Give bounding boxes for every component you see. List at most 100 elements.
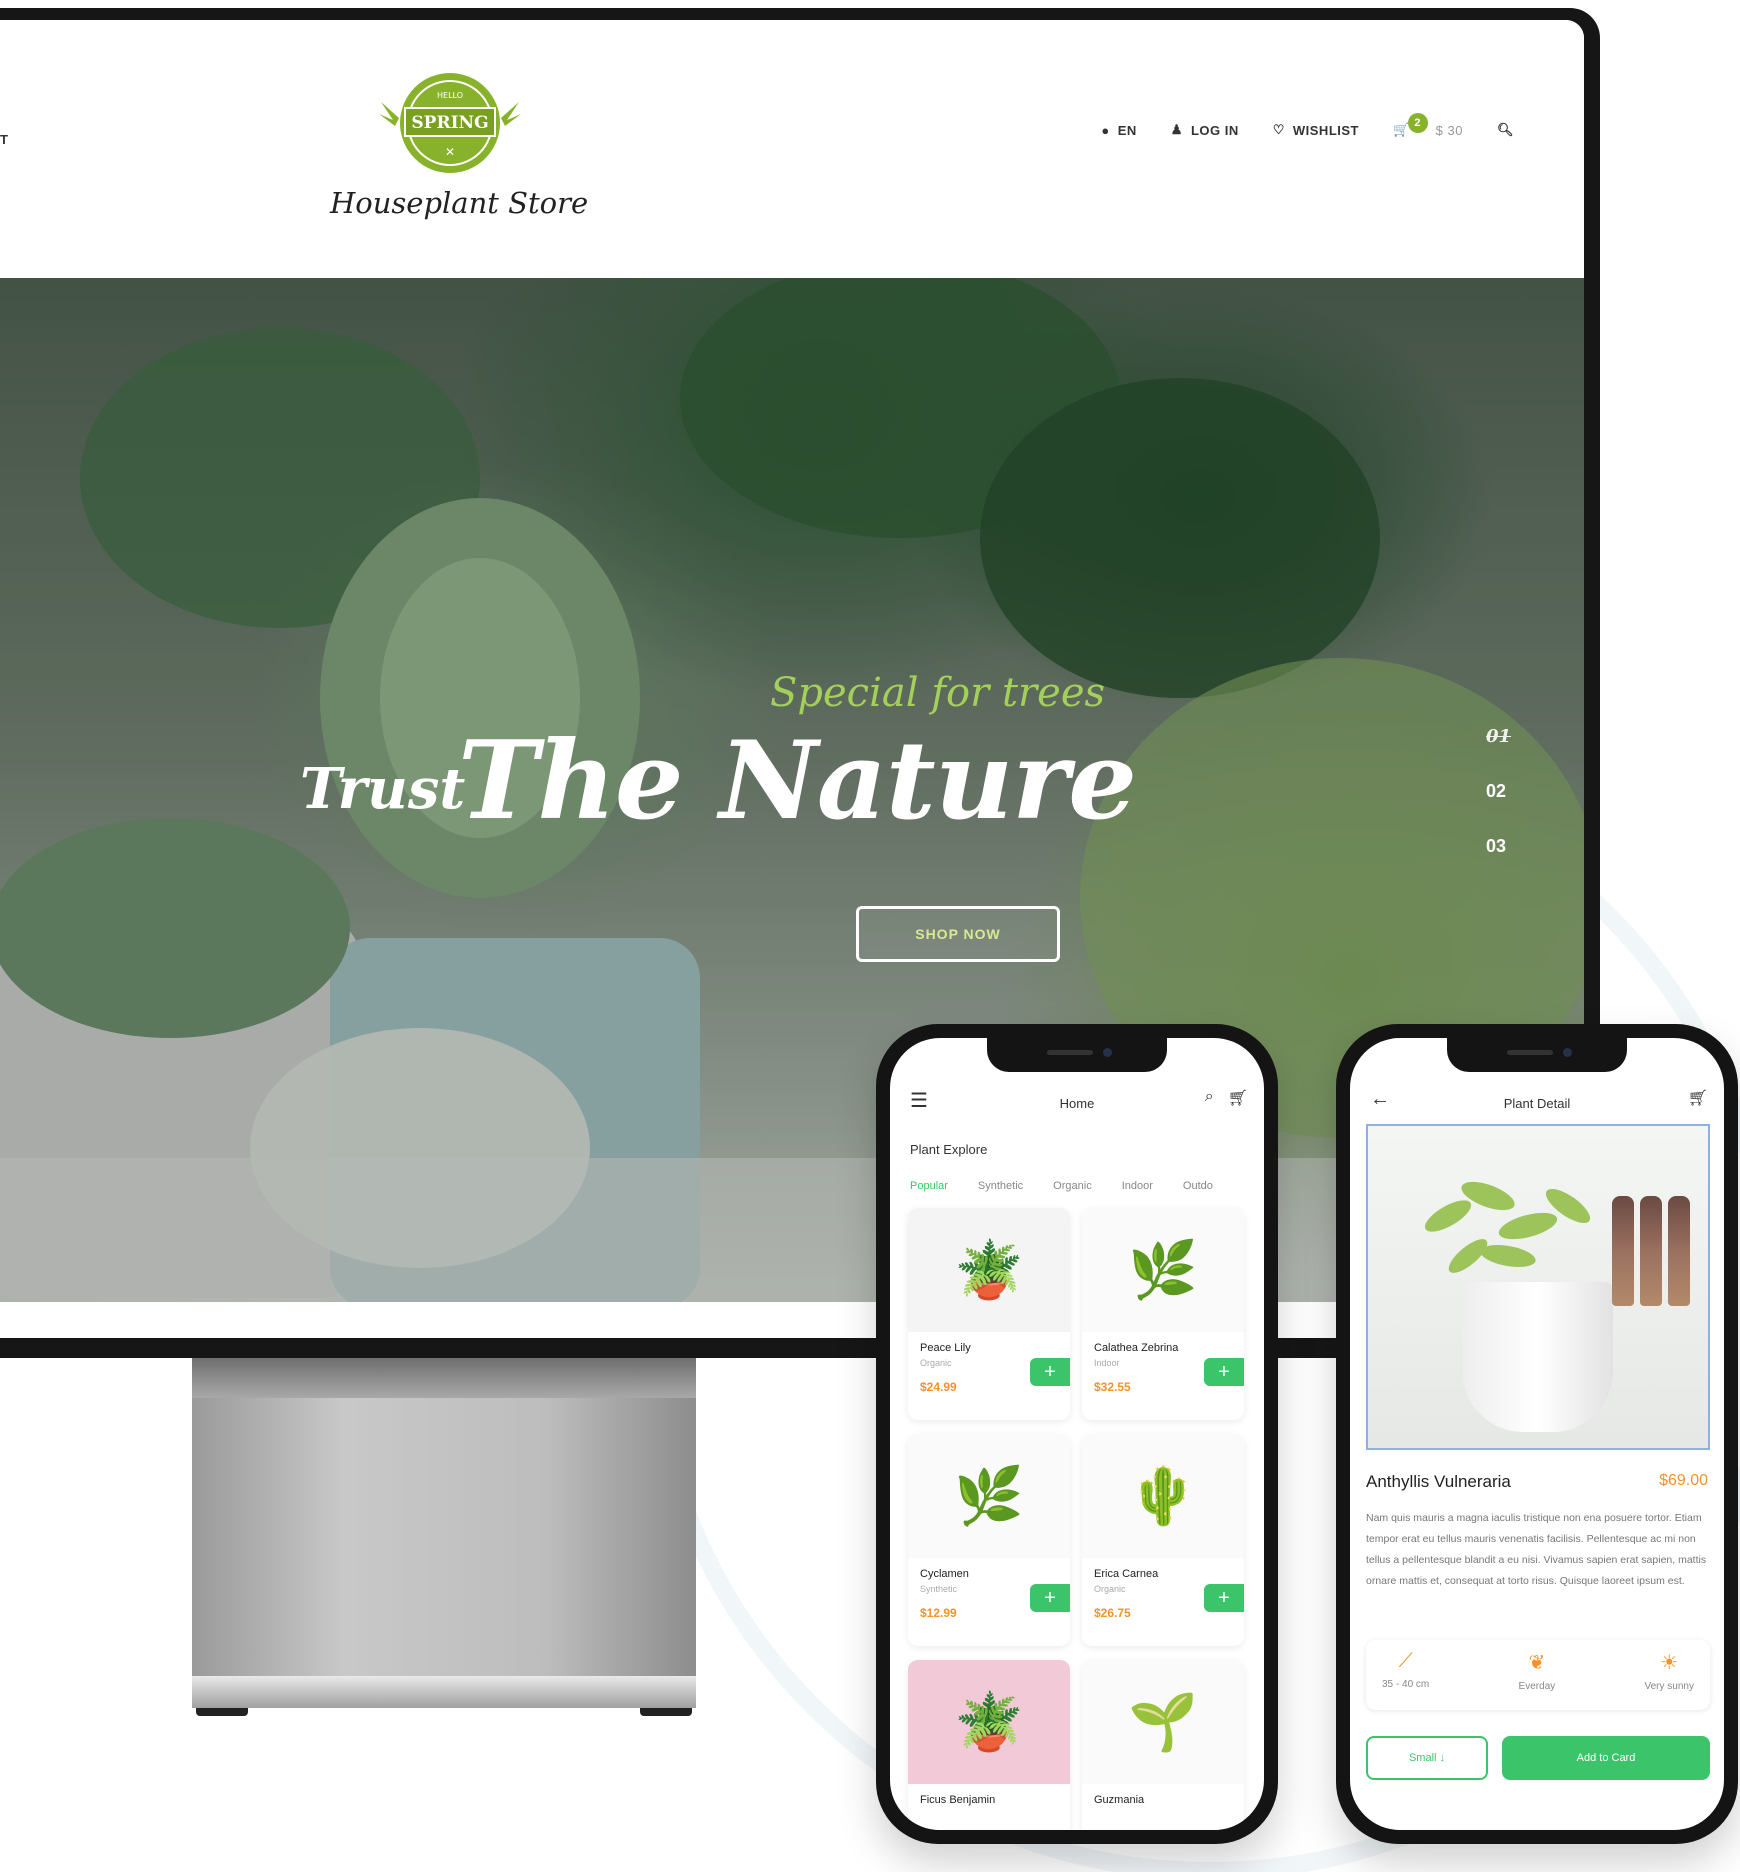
phone-home-screen: ☰ Home ⌕ 🛒︎ Plant Explore Popular Synthe… — [890, 1038, 1264, 1830]
search-button[interactable]: 🔍︎ — [1497, 122, 1514, 138]
phone-notch — [1447, 1038, 1627, 1072]
product-category: Synthetic — [920, 1584, 958, 1594]
category-tabs: Popular Synthetic Organic Indoor Outdo — [910, 1180, 1213, 1192]
cart-count-badge: 2 — [1407, 113, 1428, 133]
store-logo[interactable]: SPRING HELLO ✕ Houseplant Store — [330, 68, 589, 220]
svg-text:HELLO: HELLO — [437, 91, 463, 100]
plant-pot — [1463, 1282, 1613, 1432]
logo-badge: SPRING HELLO ✕ — [375, 68, 525, 178]
language-selector[interactable]: ● EN — [1101, 123, 1136, 138]
login-link[interactable]: ♟ LOG IN — [1171, 122, 1239, 138]
product-card[interactable]: 🌵 Erica Carnea Organic $26.75 + — [1082, 1434, 1244, 1646]
phone-detail: ← Plant Detail 🛒︎ Anthyllis Vulneraria $… — [1336, 1024, 1738, 1844]
monitor-stand-base — [192, 1676, 696, 1708]
product-category: Organic — [1094, 1584, 1126, 1594]
search-icon: 🔍︎ — [1496, 122, 1514, 137]
top-nav: ● EN ♟ LOG IN ♡ WISHLIST 🛒 2 $ 30 🔍︎ — [1101, 113, 1514, 138]
language-label: EN — [1117, 122, 1137, 138]
product-grid: 🪴 Peace Lily Organic $24.99 + 🌿 Calathea… — [908, 1208, 1254, 1830]
monitor-stand-neck — [192, 1358, 696, 1398]
tab-organic[interactable]: Organic — [1053, 1180, 1092, 1192]
logo-emblem-icon: SPRING HELLO ✕ — [379, 73, 521, 173]
product-price: $24.99 — [920, 1380, 957, 1394]
add-to-cart-button[interactable]: + — [1204, 1584, 1244, 1612]
search-icon[interactable]: ⌕ — [1205, 1088, 1214, 1108]
shop-now-button[interactable]: SHOP NOW — [856, 906, 1060, 962]
phone-home: ☰ Home ⌕ 🛒︎ Plant Explore Popular Synthe… — [876, 1024, 1278, 1844]
spec-label: Very sunny — [1644, 1681, 1694, 1692]
cart-icon[interactable]: 🛒︎ — [1228, 1088, 1248, 1108]
store-name: Houseplant Store — [330, 186, 589, 220]
home-actions: ⌕ 🛒︎ — [1205, 1088, 1248, 1108]
product-image: 🪴 — [908, 1660, 1070, 1784]
detail-actions: 🛒︎ — [1688, 1088, 1708, 1108]
hero-title-small: Trust — [300, 756, 466, 822]
login-label: LOG IN — [1190, 122, 1239, 138]
ruler-icon: ⟋ — [1398, 1650, 1413, 1672]
site-header: T SPRING HELLO ✕ Houseplant Store ● EN ♟… — [0, 20, 1584, 280]
product-name: Guzmania — [1094, 1794, 1145, 1806]
product-price: $26.75 — [1094, 1606, 1131, 1620]
background-bottles — [1612, 1196, 1690, 1306]
product-card[interactable]: 🪴 Peace Lily Organic $24.99 + — [908, 1208, 1070, 1420]
product-price: $12.99 — [920, 1606, 957, 1620]
spec-label: 35 - 40 cm — [1382, 1679, 1430, 1690]
water-icon: ❦ — [1528, 1652, 1546, 1674]
spec-height: ⟋ 35 - 40 cm — [1382, 1650, 1429, 1700]
slide-2[interactable]: 02 — [1486, 781, 1511, 802]
product-image: 🌱 — [1082, 1660, 1244, 1784]
product-image: 🌵 — [1082, 1434, 1244, 1558]
tab-indoor[interactable]: Indoor — [1122, 1180, 1153, 1192]
tab-popular[interactable]: Popular — [910, 1180, 948, 1192]
care-specs: ⟋ 35 - 40 cm ❦ Everday ☀ Very sunny — [1366, 1640, 1710, 1710]
product-hero-image — [1366, 1124, 1710, 1450]
product-category: Indoor — [1094, 1358, 1120, 1368]
cart-link[interactable]: 🛒 2 $ 30 — [1393, 113, 1463, 138]
wishlist-link[interactable]: ♡ WISHLIST — [1273, 122, 1359, 138]
hero-subtitle: Special for trees — [770, 670, 1106, 716]
tab-synthetic[interactable]: Synthetic — [978, 1180, 1023, 1192]
cart-total: $ 30 — [1435, 122, 1463, 138]
product-image: 🌿 — [1082, 1208, 1244, 1332]
product-price: $32.55 — [1094, 1380, 1131, 1394]
product-name: Peace Lily — [920, 1342, 971, 1354]
product-card[interactable]: 🌿 Calathea Zebrina Indoor $32.55 + — [1082, 1208, 1244, 1420]
svg-text:SPRING: SPRING — [411, 113, 488, 133]
product-image: 🪴 — [908, 1208, 1070, 1332]
size-select-button[interactable]: Small ↓ — [1366, 1736, 1488, 1780]
slide-pagination: 01 02 03 — [1486, 726, 1511, 857]
add-to-cart-button[interactable]: + — [1204, 1358, 1244, 1386]
add-to-card-button[interactable]: Add to Card — [1502, 1736, 1710, 1780]
user-icon: ♟ — [1170, 122, 1183, 137]
plant-leaves-icon — [1424, 1181, 1591, 1273]
globe-icon: ● — [1101, 122, 1110, 138]
product-price: $69.00 — [1659, 1472, 1708, 1489]
tab-outdoor[interactable]: Outdo — [1183, 1180, 1213, 1192]
product-card[interactable]: 🌱 Guzmania — [1082, 1660, 1244, 1830]
product-card[interactable]: 🌿 Cyclamen Synthetic $12.99 + — [908, 1434, 1070, 1646]
cart-icon[interactable]: 🛒︎ — [1688, 1088, 1708, 1108]
add-to-cart-button[interactable]: + — [1030, 1584, 1070, 1612]
monitor-foot-right — [640, 1708, 692, 1716]
phone-detail-screen: ← Plant Detail 🛒︎ Anthyllis Vulneraria $… — [1350, 1038, 1724, 1830]
product-name: Calathea Zebrina — [1094, 1342, 1179, 1354]
product-name: Anthyllis Vulneraria — [1366, 1472, 1511, 1491]
section-title: Plant Explore — [910, 1142, 988, 1157]
nav-left-fragment[interactable]: T — [0, 132, 8, 147]
product-image: 🌿 — [908, 1434, 1070, 1558]
phone-notch — [987, 1038, 1167, 1072]
product-name: Erica Carnea — [1094, 1568, 1159, 1580]
sun-icon: ☀ — [1660, 1652, 1679, 1674]
slide-3[interactable]: 03 — [1486, 836, 1511, 857]
product-description: Nam quis mauris a magna iaculis tristiqu… — [1366, 1512, 1707, 1587]
showcase-stage: T SPRING HELLO ✕ Houseplant Store ● EN ♟… — [0, 0, 1740, 1872]
heart-icon: ♡ — [1272, 122, 1285, 137]
product-card[interactable]: 🪴 Ficus Benjamin — [908, 1660, 1070, 1830]
product-name: Ficus Benjamin — [920, 1794, 996, 1806]
hero-title-large: The Nature — [458, 718, 1137, 844]
monitor-stand — [192, 1358, 696, 1708]
spec-watering: ❦ Everday — [1519, 1650, 1556, 1700]
add-to-cart-button[interactable]: + — [1030, 1358, 1070, 1386]
slide-1[interactable]: 01 — [1486, 726, 1511, 747]
svg-text:✕: ✕ — [445, 145, 455, 159]
